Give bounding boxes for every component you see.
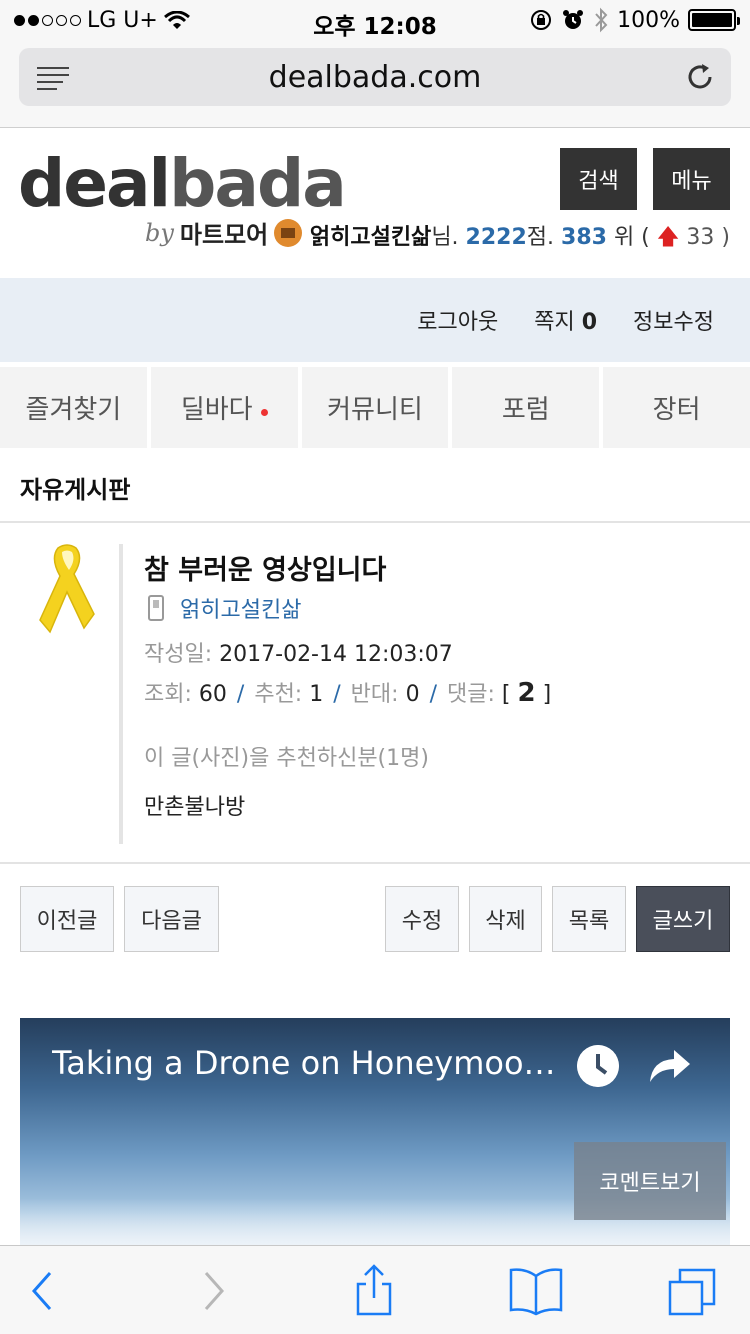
- nav-tab-label: 커뮤니티: [327, 395, 423, 425]
- video-embed[interactable]: Taking a Drone on Honeymoo… 코멘트보기: [20, 1018, 730, 1248]
- recommender-name: 만촌불나방: [144, 795, 246, 820]
- rotation-lock-icon: [531, 10, 552, 30]
- browser-toolbar: [0, 1245, 750, 1334]
- nav-tab-label: 즐겨찾기: [25, 395, 122, 425]
- write-button[interactable]: 글쓰기: [636, 886, 730, 952]
- points-unit: 점.: [526, 225, 555, 250]
- site-header: dealbada by 마트모어 검색 메뉴 얽히고설킨삶님. 2222점. 3…: [0, 129, 750, 277]
- alarm-icon: [563, 10, 584, 29]
- yellow-ribbon-icon: [39, 544, 95, 634]
- messages-link[interactable]: 쪽지 0: [534, 304, 597, 336]
- bookmarks-icon[interactable]: [507, 1264, 565, 1318]
- nav-tab-community[interactable]: 커뮤니티: [301, 367, 449, 448]
- post-title: 참 부러운 영상입니다: [144, 555, 387, 586]
- logo-by-text: by: [145, 218, 174, 247]
- post-author[interactable]: 얽히고설킨삶: [148, 592, 301, 624]
- status-right: 100%: [529, 7, 740, 33]
- next-post-button[interactable]: 다음글: [124, 886, 219, 952]
- nav-tab-dealbada[interactable]: 딜바다: [150, 367, 298, 448]
- share-arrow-icon[interactable]: [648, 1048, 692, 1084]
- browser-address-area: dealbada.com: [0, 40, 750, 128]
- views-value: 60: [198, 682, 227, 707]
- messages-label: 쪽지: [534, 310, 575, 335]
- logout-link[interactable]: 로그아웃: [417, 304, 498, 336]
- edit-info-link[interactable]: 정보수정: [633, 304, 714, 336]
- tabs-icon[interactable]: [666, 1264, 720, 1318]
- list-button[interactable]: 목록: [552, 886, 626, 952]
- comments-count[interactable]: 2: [517, 678, 535, 708]
- comments-label: 댓글:: [446, 682, 495, 707]
- message-count: 0: [581, 310, 598, 335]
- oppose-label: 반대:: [350, 682, 399, 707]
- prev-post-button[interactable]: 이전글: [20, 886, 114, 952]
- author-name[interactable]: 얽히고설킨삶: [180, 592, 301, 624]
- recommend-label: 추천:: [254, 682, 303, 707]
- user-summary: 얽히고설킨삶님. 2222점. 383 위 ( 🡅 33 ): [310, 219, 730, 258]
- account-bar: 로그아웃 쪽지 0 정보수정: [0, 278, 750, 362]
- share-icon[interactable]: [347, 1264, 401, 1318]
- edit-button[interactable]: 수정: [385, 886, 459, 952]
- reload-icon[interactable]: [683, 60, 717, 94]
- user-nickname[interactable]: 얽히고설킨삶: [310, 225, 431, 250]
- nav-tab-market[interactable]: 장터: [603, 367, 750, 448]
- post-divider: [119, 544, 123, 844]
- post-info: 참 부러운 영상입니다 얽히고설킨삶 작성일: 2017-02-14 12:03…: [0, 524, 750, 864]
- address-url[interactable]: dealbada.com: [19, 60, 731, 95]
- view-comments-button[interactable]: 코멘트보기: [574, 1142, 726, 1220]
- delete-button[interactable]: 삭제: [469, 886, 542, 952]
- nav-tab-label: 장터: [652, 395, 701, 425]
- rank-up-arrow-icon: 🡅: [656, 225, 680, 250]
- comments-bracket-close: ]: [542, 682, 552, 707]
- menu-button[interactable]: 메뉴: [653, 148, 730, 210]
- new-indicator-dot: [260, 409, 268, 416]
- status-bar: LG U+ 오후 12:08 100%: [0, 0, 750, 40]
- comments-bracket-open: [: [501, 682, 511, 707]
- logo-text-bada: bada: [169, 145, 347, 222]
- main-nav: 즐겨찾기 딜바다 커뮤니티 포럼 장터: [0, 367, 750, 448]
- battery-icon: [688, 9, 740, 31]
- recommend-value: 1: [309, 682, 324, 707]
- board-title[interactable]: 자유게시판: [20, 470, 130, 505]
- mart-logo-icon: [274, 218, 303, 247]
- oppose-value: 0: [405, 682, 420, 707]
- date-value: 2017-02-14 12:03:07: [219, 642, 453, 667]
- user-points: 2222: [465, 225, 527, 250]
- date-label: 작성일:: [144, 642, 213, 667]
- address-bar[interactable]: dealbada.com: [19, 48, 731, 106]
- board-title-bar: 자유게시판: [0, 448, 750, 523]
- watch-later-icon[interactable]: [577, 1045, 619, 1087]
- nav-tab-favorites[interactable]: 즐겨찾기: [0, 367, 147, 448]
- user-suffix: 님.: [431, 225, 459, 250]
- nav-tab-label: 딜바다: [180, 395, 253, 425]
- user-rank: 383: [561, 225, 607, 250]
- nav-tab-forum[interactable]: 포럼: [452, 367, 600, 448]
- forward-icon[interactable]: [184, 1264, 238, 1318]
- post-stats: 조회: 60 / 추천: 1 / 반대: 0 / 댓글: [ 2 ]: [144, 676, 551, 708]
- views-label: 조회:: [144, 682, 192, 707]
- search-button[interactable]: 검색: [560, 148, 637, 210]
- stat-separator: /: [333, 682, 341, 707]
- rank-change: 33: [686, 225, 715, 250]
- stat-separator: /: [236, 682, 245, 707]
- video-title[interactable]: Taking a Drone on Honeymoo…: [52, 1044, 562, 1082]
- logo-partner: by 마트모어: [145, 215, 303, 250]
- bluetooth-icon: [595, 7, 608, 33]
- battery-percent: 100%: [617, 7, 680, 33]
- recommenders-title: 이 글(사진)을 추천하신분(1명): [144, 746, 429, 771]
- mobile-phone-icon: [148, 595, 164, 621]
- back-icon[interactable]: [18, 1264, 72, 1318]
- site-logo[interactable]: dealbada: [18, 149, 347, 219]
- logo-text-deal: deal: [18, 145, 171, 222]
- rank-close: ): [721, 225, 730, 250]
- logo-partner-name: 마트모어: [179, 221, 269, 249]
- rank-unit: 위 (: [613, 225, 650, 250]
- stat-separator: /: [429, 682, 437, 707]
- post-date: 작성일: 2017-02-14 12:03:07: [144, 636, 453, 668]
- nav-tab-label: 포럼: [501, 395, 550, 425]
